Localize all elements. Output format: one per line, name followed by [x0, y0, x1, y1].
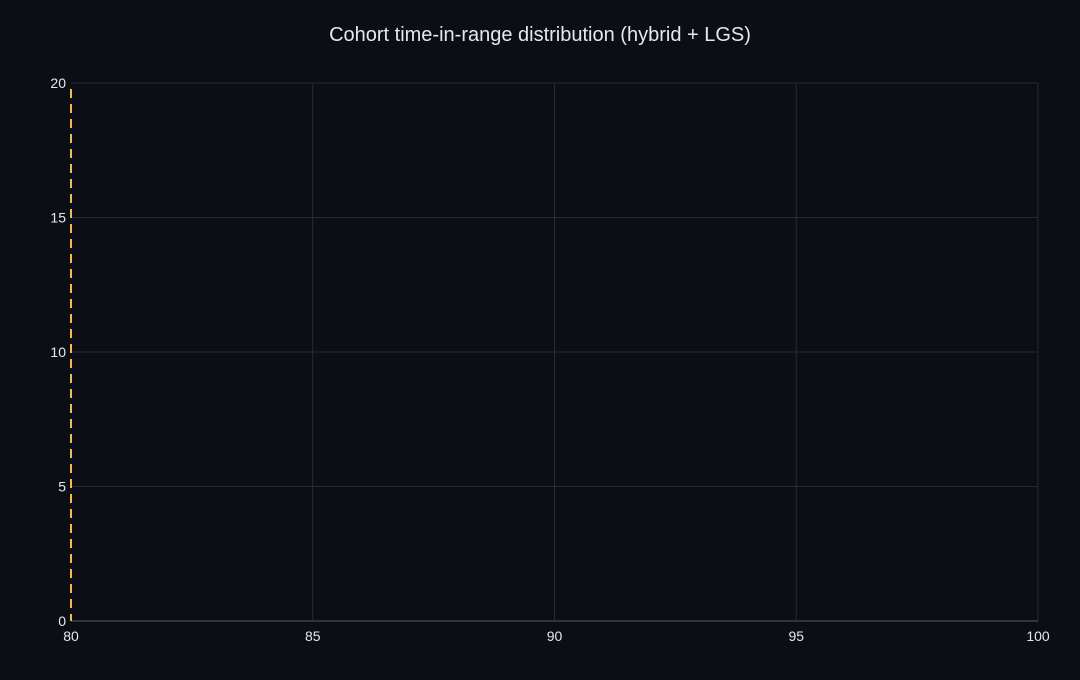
y-tick-label: 10	[50, 344, 66, 360]
y-tick-label: 5	[58, 479, 66, 495]
grid-layer	[71, 82, 1039, 622]
y-axis: 0 5 10 15 20	[50, 75, 66, 629]
x-tick-label: 85	[305, 628, 321, 644]
y-tick-label: 0	[58, 613, 66, 629]
x-tick-label: 100	[1026, 628, 1050, 644]
histogram-chart: Cohort time-in-range distribution (hybri…	[50, 24, 1050, 644]
x-tick-label: 80	[63, 628, 79, 644]
chart-container: Cohort time-in-range distribution (hybri…	[0, 0, 1080, 680]
x-tick-label: 90	[547, 628, 563, 644]
x-axis: 80 85 90 95 100	[63, 628, 1050, 644]
y-tick-label: 15	[50, 210, 66, 226]
chart-title: Cohort time-in-range distribution (hybri…	[329, 24, 751, 46]
x-tick-label: 95	[788, 628, 804, 644]
y-tick-label: 20	[50, 75, 66, 91]
